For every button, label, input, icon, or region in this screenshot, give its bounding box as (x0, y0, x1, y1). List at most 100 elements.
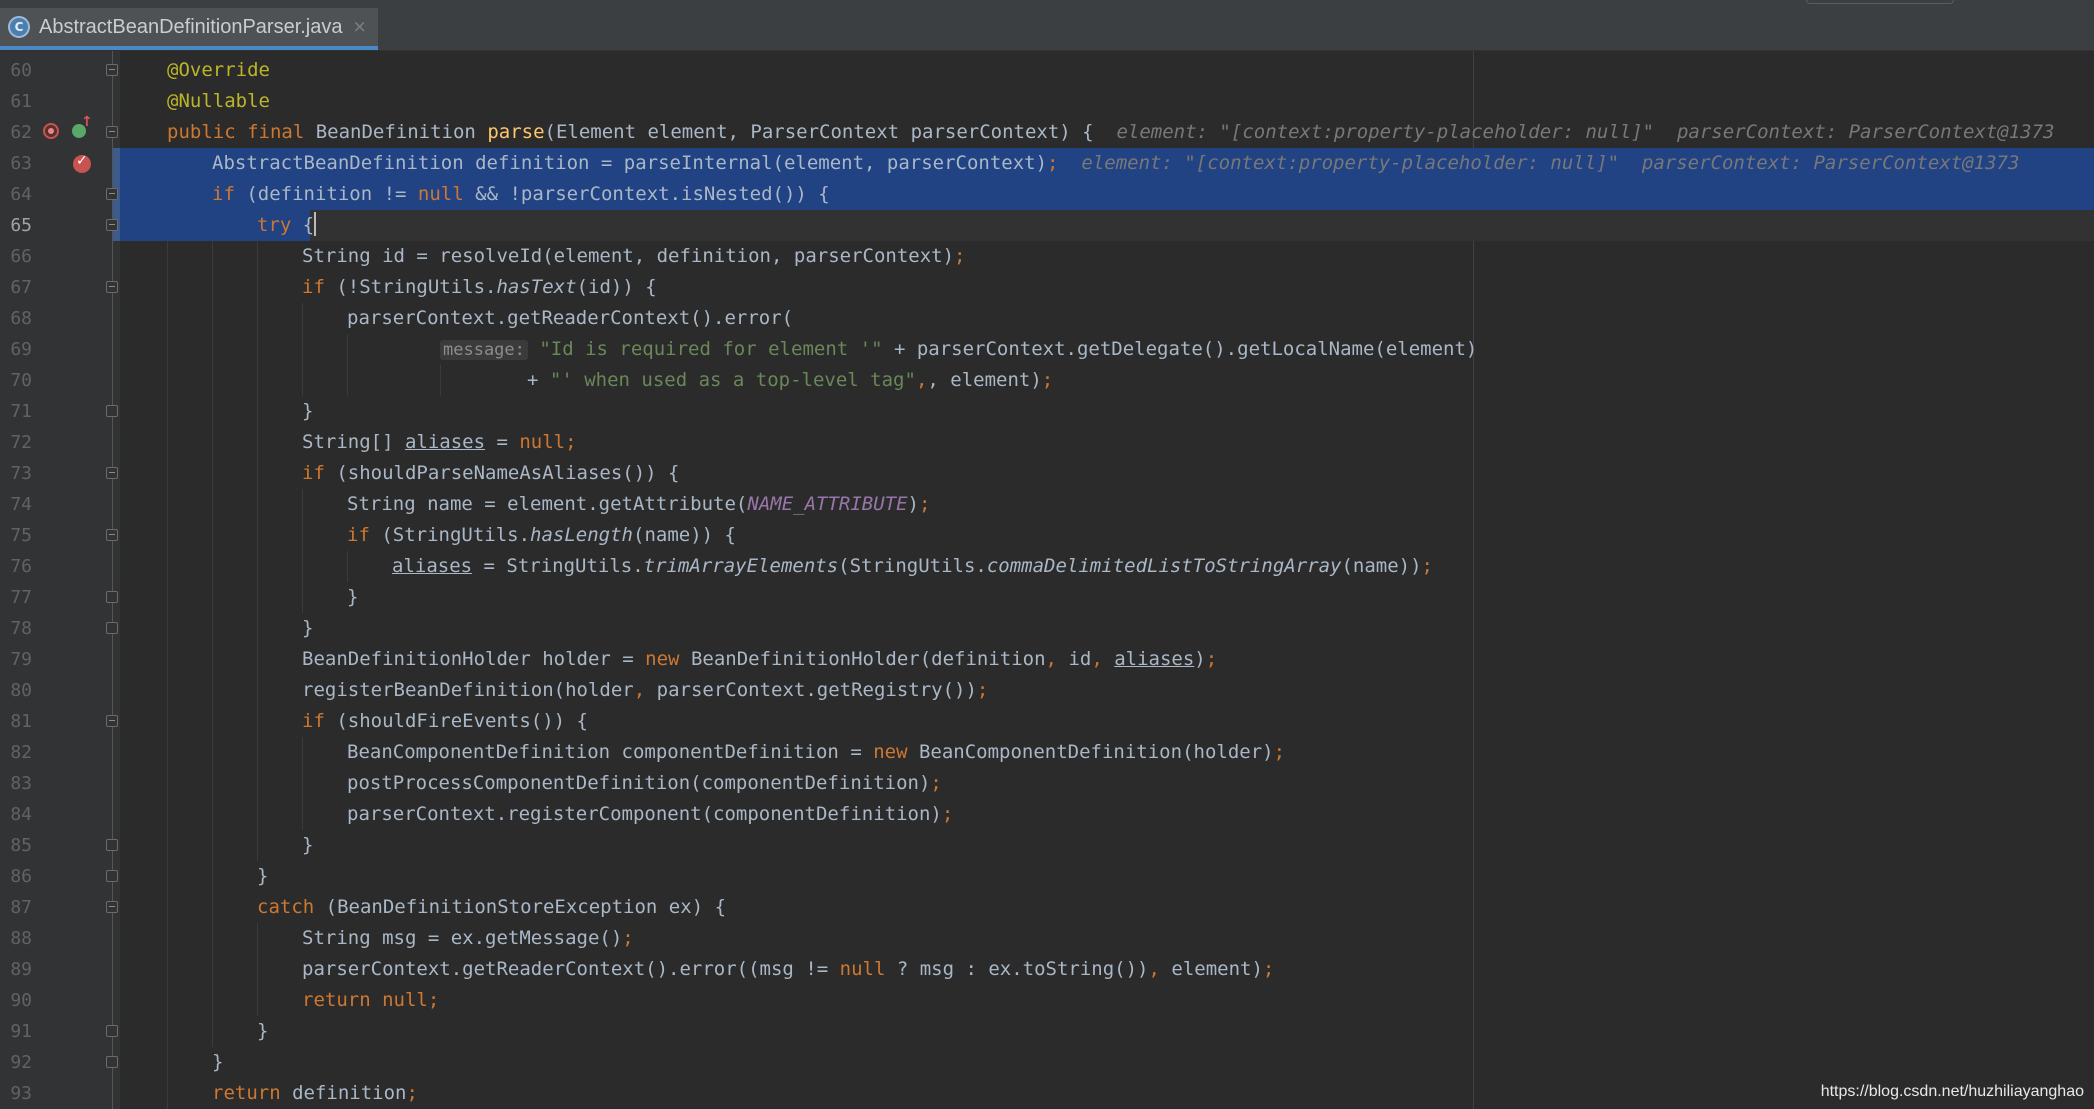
code-line: 93 return definition; (0, 1078, 2094, 1109)
debug-inline-value: element: "[context:property-placeholder:… (1116, 121, 2055, 143)
code-editor[interactable]: 60 @Override 61 @Nullable 62 public fina… (0, 51, 2094, 1109)
fold-icon[interactable] (106, 188, 118, 200)
debug-inline-value: element: "[context:property-placeholder:… (1081, 152, 2020, 174)
fold-icon[interactable] (106, 1025, 118, 1037)
line-number: 64 (10, 184, 32, 205)
line-text: parserContext.registerComponent(componen… (347, 803, 954, 825)
fold-icon[interactable] (106, 839, 118, 851)
code-line: 75 if (StringUtils.hasLength(name)) { (0, 520, 2094, 551)
line-number: 81 (10, 711, 32, 732)
code-line: 67 if (!StringUtils.hasText(id)) { (0, 272, 2094, 303)
code-line: 88 String msg = ex.getMessage(); (0, 923, 2094, 954)
editor-tab-bar: C AbstractBeanDefinitionParser.java × (0, 0, 2094, 51)
line-text: BeanComponentDefinition componentDefinit… (347, 741, 1286, 763)
code-line: 80 registerBeanDefinition(holder, parser… (0, 675, 2094, 706)
line-number: 71 (10, 401, 32, 422)
line-number: 78 (10, 618, 32, 639)
line-text: return null; (302, 989, 440, 1011)
breakpoint-icon[interactable] (73, 153, 91, 173)
code-line: 64 if (definition != null && !parserCont… (0, 179, 2094, 210)
code-line: 86 } (0, 861, 2094, 892)
line-number: 75 (10, 525, 32, 546)
code-line: 60 @Override (0, 55, 2094, 86)
line-text: } (212, 1051, 224, 1073)
code-line: 66 String id = resolveId(element, defini… (0, 241, 2094, 272)
line-number: 67 (10, 277, 32, 298)
line-number: 86 (10, 866, 32, 887)
fold-icon[interactable] (106, 405, 118, 417)
line-number: 60 (10, 60, 32, 81)
line-number: 72 (10, 432, 32, 453)
line-number: 69 (10, 339, 32, 360)
line-text: registerBeanDefinition(holder, parserCon… (302, 679, 989, 701)
fold-icon[interactable] (106, 715, 118, 727)
code-line: 68 parserContext.getReaderContext().erro… (0, 303, 2094, 334)
code-line: 71 } (0, 396, 2094, 427)
fold-icon[interactable] (106, 591, 118, 603)
fold-icon[interactable] (106, 126, 118, 138)
line-text: } (302, 400, 314, 422)
line-number: 89 (10, 959, 32, 980)
line-text: } (302, 834, 314, 856)
line-text: BeanDefinitionHolder holder = new BeanDe… (302, 648, 1218, 670)
override-icon[interactable] (43, 123, 59, 139)
line-number: 93 (10, 1083, 32, 1104)
line-number: 77 (10, 587, 32, 608)
implemented-up-icon[interactable] (72, 114, 93, 138)
code-line: 69 message: "Id is required for element … (0, 334, 2094, 365)
line-text: aliases = StringUtils.trimArrayElements(… (392, 555, 1433, 577)
line-text: if (shouldFireEvents()) { (302, 710, 588, 732)
tab-abstract-bean-definition-parser[interactable]: C AbstractBeanDefinitionParser.java × (0, 8, 378, 50)
watermark: https://blog.csdn.net/huzhiliayanghao (1820, 1083, 2084, 1100)
code-line: 84 parserContext.registerComponent(compo… (0, 799, 2094, 830)
line-text: @Nullable (167, 90, 270, 112)
line-number: 90 (10, 990, 32, 1011)
code-line: 87 catch (BeanDefinitionStoreException e… (0, 892, 2094, 923)
line-text: if (StringUtils.hasLength(name)) { (347, 524, 736, 546)
fold-icon[interactable] (106, 467, 118, 479)
line-text: String[] aliases = null; (302, 431, 577, 453)
line-number: 70 (10, 370, 32, 391)
line-text: parserContext.getReaderContext().error( (347, 307, 794, 329)
line-number: 91 (10, 1021, 32, 1042)
fold-icon[interactable] (106, 281, 118, 293)
line-text: String name = element.getAttribute(NAME_… (347, 493, 931, 515)
line-number: 76 (10, 556, 32, 577)
line-text: parserContext.getReaderContext().error((… (302, 958, 1275, 980)
code-line: 89 parserContext.getReaderContext().erro… (0, 954, 2094, 985)
line-number: 87 (10, 897, 32, 918)
code-line: 76 aliases = StringUtils.trimArrayElemen… (0, 551, 2094, 582)
code-line: 73 if (shouldParseNameAsAliases()) { (0, 458, 2094, 489)
line-number: 62 (10, 122, 32, 143)
code-line: 74 String name = element.getAttribute(NA… (0, 489, 2094, 520)
line-number: 84 (10, 804, 32, 825)
code-line: 85 } (0, 830, 2094, 861)
close-icon[interactable]: × (353, 17, 367, 37)
line-text: return definition; (212, 1082, 418, 1104)
line-text: public final BeanDefinition parse(Elemen… (167, 121, 2055, 143)
fold-icon[interactable] (106, 870, 118, 882)
fold-icon[interactable] (106, 219, 118, 231)
line-text: message: "Id is required for element '" … (440, 334, 1477, 366)
line-number: 80 (10, 680, 32, 701)
line-text: } (302, 617, 314, 639)
fold-icon[interactable] (106, 1056, 118, 1068)
line-number: 66 (10, 246, 32, 267)
code-line: 83 postProcessComponentDefinition(compon… (0, 768, 2094, 799)
line-number: 63 (10, 153, 32, 174)
toolbar-widget[interactable] (1806, 0, 1954, 4)
fold-icon[interactable] (106, 901, 118, 913)
line-number: 74 (10, 494, 32, 515)
line-number: 79 (10, 649, 32, 670)
line-number: 65 (10, 215, 32, 236)
fold-icon[interactable] (106, 529, 118, 541)
java-class-icon: C (8, 16, 30, 38)
line-text: } (257, 1020, 269, 1042)
code-line: 81 if (shouldFireEvents()) { (0, 706, 2094, 737)
code-line: 78 } (0, 613, 2094, 644)
fold-icon[interactable] (106, 64, 118, 76)
line-number: 88 (10, 928, 32, 949)
code-line: 65 try { (0, 210, 2094, 241)
fold-icon[interactable] (106, 622, 118, 634)
line-number: 85 (10, 835, 32, 856)
